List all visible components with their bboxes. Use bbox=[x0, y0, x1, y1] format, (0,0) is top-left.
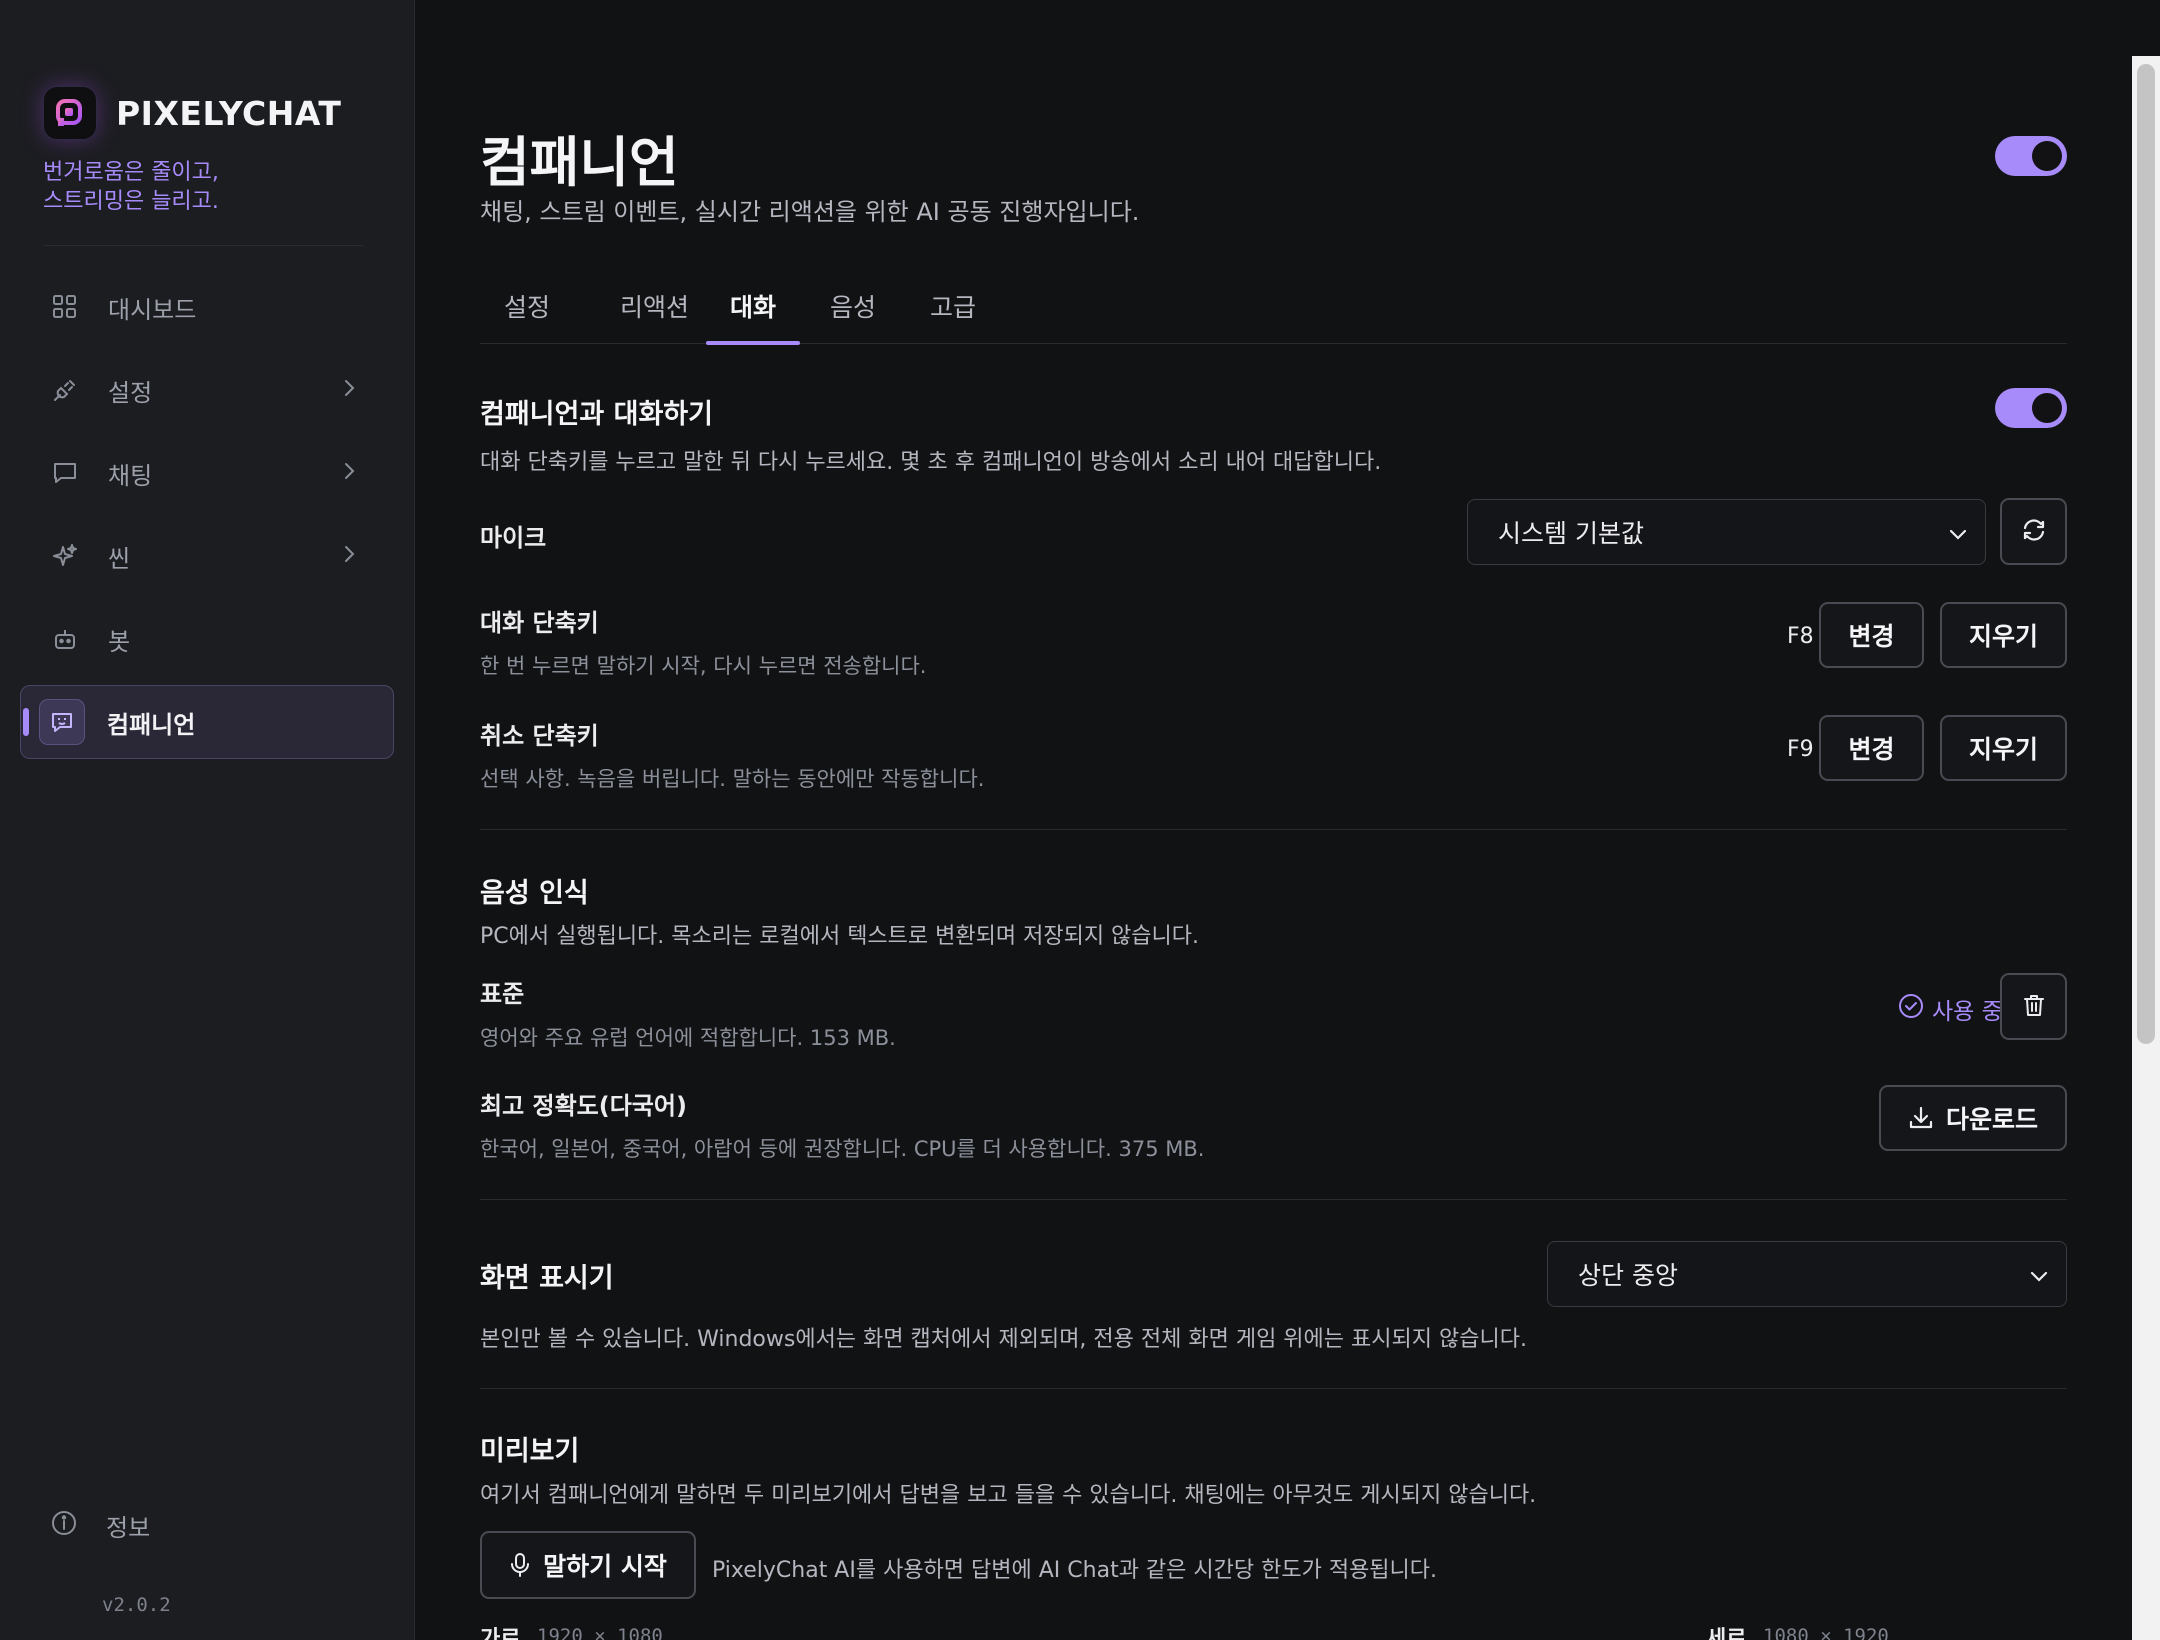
tab-voice[interactable]: 음성 bbox=[830, 288, 876, 344]
talk-enabled-toggle[interactable] bbox=[1995, 388, 2067, 428]
start-talking-button[interactable]: 말하기 시작 bbox=[480, 1531, 696, 1599]
preview-section-title: 미리보기 bbox=[480, 1436, 580, 1467]
check-circle-icon bbox=[1898, 993, 1924, 1025]
start-talking-label: 말하기 시작 bbox=[543, 1552, 667, 1581]
chevron-right-icon bbox=[338, 460, 360, 488]
section-divider bbox=[480, 1388, 2067, 1389]
tab-reactions[interactable]: 리액션 bbox=[620, 288, 689, 344]
cancel-hotkey-title: 취소 단축키 bbox=[480, 722, 599, 750]
sidebar-divider bbox=[43, 245, 363, 246]
chat-bubble-icon bbox=[50, 458, 80, 488]
portrait-size: 1080 × 1920 bbox=[1763, 1625, 1889, 1640]
companion-face-icon bbox=[39, 699, 85, 745]
section-divider bbox=[480, 829, 2067, 830]
talk-hotkey-desc: 한 번 누르면 말하기 시작, 다시 누르면 전송합니다. bbox=[480, 654, 927, 678]
best-model-title: 최고 정확도(다국어) bbox=[480, 1092, 687, 1120]
sparkle-icon bbox=[50, 541, 80, 571]
talk-section-title: 컴패니언과 대화하기 bbox=[480, 399, 713, 430]
download-label: 다운로드 bbox=[1945, 1105, 2038, 1134]
main-content: 컴패니언 채팅, 스트림 이벤트, 실시간 리액션을 위한 AI 공동 진행자입… bbox=[415, 0, 2160, 1640]
tab-conversation[interactable]: 대화 bbox=[705, 288, 801, 345]
landscape-label: 가로 bbox=[480, 1627, 521, 1640]
cancel-hotkey-clear-button[interactable]: 지우기 bbox=[1940, 715, 2067, 781]
brand[interactable]: PIXELYCHAT bbox=[43, 86, 341, 140]
in-use-label: 사용 중 bbox=[1932, 999, 2003, 1025]
overlay-section-title: 화면 표시기 bbox=[480, 1263, 614, 1294]
standard-model-title: 표준 bbox=[480, 980, 525, 1008]
overlay-position-select[interactable]: 상단 중앙 bbox=[1547, 1241, 2067, 1307]
sidebar-item-companion[interactable]: 컴패니언 bbox=[20, 685, 394, 759]
refresh-mics-button[interactable] bbox=[2000, 498, 2067, 565]
download-icon bbox=[1908, 1105, 1934, 1131]
brand-tagline: 번거로움은 줄이고, 스트리밍은 늘리고. bbox=[43, 160, 219, 214]
mic-label: 마이크 bbox=[480, 524, 547, 552]
preview-hint: PixelyChat AI를 사용하면 답변에 AI Chat과 같은 시간당 … bbox=[712, 1558, 1438, 1583]
portrait-label: 세로 bbox=[1706, 1627, 1747, 1640]
cancel-hotkey-change-button[interactable]: 변경 bbox=[1819, 715, 1924, 781]
sidebar-item-label: 컴패니언 bbox=[107, 710, 196, 739]
info-icon bbox=[50, 1509, 78, 1543]
mic-select-value: 시스템 기본값 bbox=[1498, 519, 1644, 548]
sidebar-item-label: 채팅 bbox=[108, 461, 153, 490]
cancel-hotkey-desc: 선택 사항. 녹음을 버립니다. 말하는 동안에만 작동합니다. bbox=[480, 767, 985, 791]
companion-enabled-toggle[interactable] bbox=[1995, 136, 2067, 176]
sidebar-item-dashboard[interactable]: 대시보드 bbox=[20, 270, 394, 344]
chevron-down-icon bbox=[2028, 1264, 2050, 1293]
chevron-right-icon bbox=[338, 543, 360, 571]
refresh-icon bbox=[2020, 516, 2048, 548]
overlay-position-value: 상단 중앙 bbox=[1578, 1261, 1678, 1290]
talk-hotkey-value: F8 bbox=[1787, 624, 1814, 649]
sidebar: PIXELYCHAT 번거로움은 줄이고, 스트리밍은 늘리고. 대시보드 설정 bbox=[0, 0, 415, 1640]
talk-hotkey-clear-button[interactable]: 지우기 bbox=[1940, 602, 2067, 668]
pixelychat-logo-icon bbox=[43, 86, 97, 140]
preview-section-desc: 여기서 컴패니언에게 말하면 두 미리보기에서 답변을 보고 들을 수 있습니다… bbox=[480, 1483, 1537, 1508]
tab-advanced[interactable]: 고급 bbox=[930, 288, 976, 344]
section-divider bbox=[480, 1199, 2067, 1200]
brand-name: PIXELYCHAT bbox=[116, 93, 342, 133]
chevron-right-icon bbox=[338, 377, 360, 405]
tab-bar: 설정 리액션 대화 음성 고급 bbox=[480, 282, 2067, 345]
sidebar-item-chat[interactable]: 채팅 bbox=[20, 436, 394, 510]
download-best-model-button[interactable]: 다운로드 bbox=[1879, 1085, 2067, 1151]
sidebar-nav: 대시보드 설정 채팅 씬 봇 컴패니언 bbox=[20, 270, 394, 768]
page-title: 컴패니언 bbox=[480, 131, 679, 194]
sidebar-item-label: 정보 bbox=[106, 1514, 151, 1542]
cancel-hotkey-value: F9 bbox=[1787, 737, 1814, 762]
microphone-icon bbox=[509, 1552, 531, 1578]
sidebar-item-label: 설정 bbox=[108, 378, 153, 407]
sidebar-item-bot[interactable]: 봇 bbox=[20, 602, 394, 676]
mic-select[interactable]: 시스템 기본값 bbox=[1467, 499, 1986, 565]
talk-section-desc: 대화 단축키를 누르고 말한 뒤 다시 누르세요. 몇 초 후 컴패니언이 방송… bbox=[480, 450, 1382, 475]
page-subtitle: 채팅, 스트림 이벤트, 실시간 리액션을 위한 AI 공동 진행자입니다. bbox=[480, 198, 1140, 226]
sidebar-item-label: 봇 bbox=[108, 627, 131, 656]
tab-settings[interactable]: 설정 bbox=[504, 288, 550, 344]
sidebar-item-info[interactable]: 정보 bbox=[50, 1508, 150, 1543]
trash-icon bbox=[2021, 992, 2047, 1022]
dashboard-grid-icon bbox=[50, 292, 80, 322]
talk-hotkey-change-button[interactable]: 변경 bbox=[1819, 602, 1924, 668]
scrollbar-thumb[interactable] bbox=[2137, 64, 2155, 1044]
robot-icon bbox=[50, 624, 80, 654]
best-model-desc: 한국어, 일본어, 중국어, 아랍어 등에 권장합니다. CPU를 더 사용합니… bbox=[480, 1137, 1205, 1161]
sidebar-item-label: 씬 bbox=[108, 544, 131, 573]
sidebar-item-settings[interactable]: 설정 bbox=[20, 353, 394, 427]
sidebar-item-scenes[interactable]: 씬 bbox=[20, 519, 394, 593]
standard-model-status: 사용 중 bbox=[1898, 992, 2003, 1026]
speech-section-title: 음성 인식 bbox=[480, 878, 589, 909]
plug-icon bbox=[50, 375, 80, 405]
sidebar-item-label: 대시보드 bbox=[108, 295, 197, 324]
talk-hotkey-title: 대화 단축키 bbox=[480, 609, 599, 637]
delete-standard-model-button[interactable] bbox=[2000, 973, 2067, 1040]
landscape-size: 1920 × 1080 bbox=[537, 1625, 663, 1640]
chevron-down-icon bbox=[1947, 522, 1969, 551]
overlay-section-desc: 본인만 볼 수 있습니다. Windows에서는 화면 캡처에서 제외되며, 전… bbox=[480, 1327, 1527, 1352]
app-version: v2.0.2 bbox=[102, 1594, 171, 1616]
standard-model-desc: 영어와 주요 유럽 언어에 적합합니다. 153 MB. bbox=[480, 1026, 896, 1050]
speech-section-desc: PC에서 실행됩니다. 목소리는 로컬에서 텍스트로 변환되며 저장되지 않습니… bbox=[480, 924, 1200, 949]
